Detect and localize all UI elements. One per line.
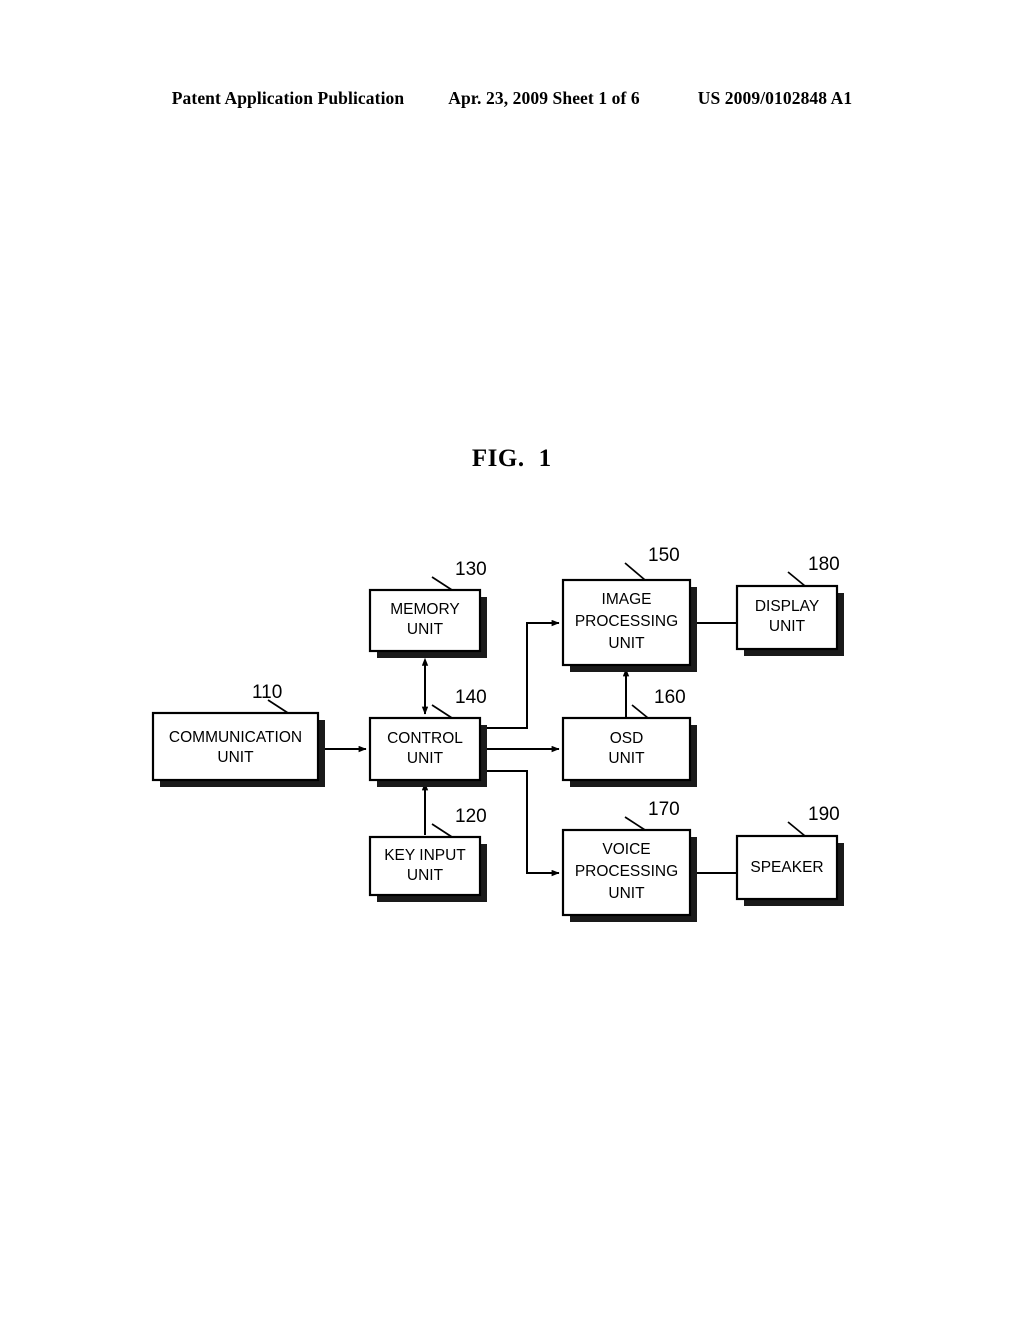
communication-unit-label-line1: COMMUNICATION (169, 729, 302, 746)
figure-title: FIG. 1 (0, 445, 1024, 473)
voice-processing-unit-label-line1: VOICE (602, 841, 650, 858)
speaker-label: SPEAKER (750, 859, 823, 876)
connection-control-voiceproc (484, 770, 560, 877)
key-input-unit-label-line2: UNIT (407, 867, 444, 884)
block-display-unit[interactable]: DISPLAY UNIT 180 (735, 554, 844, 656)
voice-processing-unit-label-line2: PROCESSING (575, 863, 678, 880)
memory-unit-label-line1: MEMORY (390, 601, 459, 618)
block-diagram: COMMUNICATION UNIT 110 KEY INPUT UNIT 12… (0, 530, 1024, 950)
memory-unit-ref: 130 (455, 559, 487, 580)
communication-unit-box (151, 711, 320, 782)
block-memory-unit[interactable]: MEMORY UNIT 130 (368, 559, 487, 658)
communication-unit-ref: 110 (252, 682, 282, 703)
image-processing-unit-leader (624, 562, 646, 581)
header-publication-text: Patent Application Publication (171, 88, 405, 108)
block-voice-processing-unit[interactable]: VOICE PROCESSING UNIT 170 (561, 799, 697, 922)
speaker-ref: 190 (808, 804, 840, 825)
communication-unit-label-line2: UNIT (217, 749, 254, 766)
osd-unit-ref: 160 (654, 687, 686, 708)
image-processing-unit-label-line3: UNIT (608, 635, 645, 652)
image-processing-unit-label-line1: IMAGE (602, 591, 652, 608)
memory-unit-label-line2: UNIT (407, 621, 444, 638)
block-speaker[interactable]: SPEAKER 190 (735, 804, 844, 906)
control-unit-leader (431, 704, 453, 719)
header-patent-number: US 2009/0102848 A1 (697, 88, 853, 108)
block-communication-unit[interactable]: COMMUNICATION UNIT 110 (151, 682, 325, 787)
image-processing-unit-label-line2: PROCESSING (575, 613, 678, 630)
block-key-input-unit[interactable]: KEY INPUT UNIT 120 (368, 806, 487, 902)
voice-processing-unit-label-line3: UNIT (608, 885, 645, 902)
key-input-unit-leader (431, 823, 453, 838)
memory-unit-leader (431, 576, 453, 591)
figure-label: FIG. (471, 445, 525, 472)
osd-unit-box (561, 716, 692, 782)
voice-processing-unit-leader (624, 816, 646, 831)
control-unit-box (368, 716, 482, 782)
osd-unit-leader (631, 704, 649, 719)
figure-number: 1 (538, 445, 553, 472)
control-unit-ref: 140 (455, 687, 487, 708)
display-unit-ref: 180 (808, 554, 840, 575)
block-image-processing-unit[interactable]: IMAGE PROCESSING UNIT 150 (561, 545, 697, 672)
display-unit-label-line2: UNIT (769, 618, 806, 635)
connection-control-imageproc (484, 619, 560, 729)
key-input-unit-box (368, 835, 482, 897)
speaker-leader (787, 821, 806, 837)
key-input-unit-ref: 120 (455, 806, 487, 827)
publication-header: Patent Application Publication Apr. 23, … (0, 88, 1024, 109)
key-input-unit-label-line1: KEY INPUT (384, 847, 466, 864)
display-unit-leader (787, 571, 806, 587)
osd-unit-label-line1: OSD (610, 730, 644, 747)
display-unit-label-line1: DISPLAY (755, 598, 819, 615)
patent-page: Patent Application Publication Apr. 23, … (0, 0, 1024, 1320)
control-unit-label-line1: CONTROL (387, 730, 463, 747)
osd-unit-label-line2: UNIT (608, 750, 645, 767)
voice-processing-unit-ref: 170 (648, 799, 680, 820)
control-unit-label-line2: UNIT (407, 750, 444, 767)
block-control-unit[interactable]: CONTROL UNIT 140 (368, 687, 487, 787)
image-processing-unit-ref: 150 (648, 545, 680, 566)
header-date-sheet-text: Apr. 23, 2009 Sheet 1 of 6 (448, 88, 640, 108)
block-osd-unit[interactable]: OSD UNIT 160 (561, 687, 697, 787)
